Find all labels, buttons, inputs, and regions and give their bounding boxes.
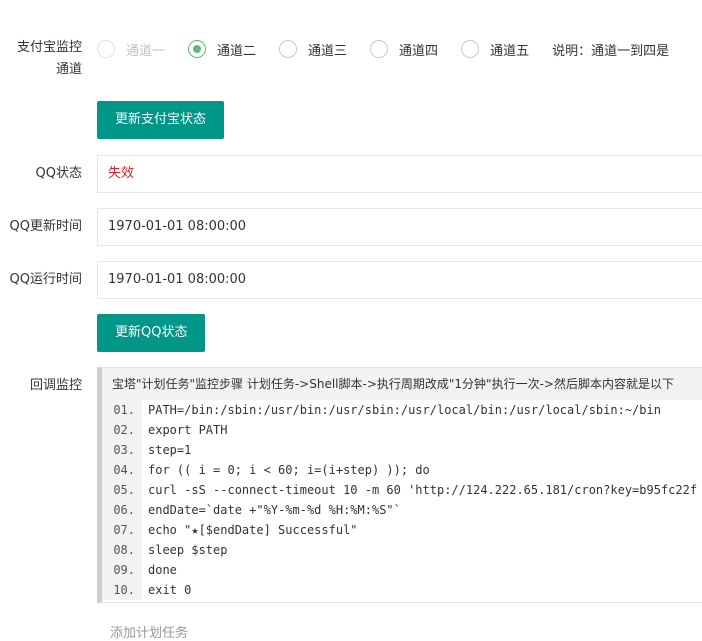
- line-number: 08.: [102, 540, 142, 560]
- radio-circle-icon: [97, 40, 115, 58]
- alipay-monitor-label: 支付宝监控 通道: [0, 37, 82, 81]
- radio-circle-icon: [461, 40, 480, 58]
- code-line: 10. exit 0: [102, 580, 702, 600]
- line-code: sleep $step: [148, 543, 228, 557]
- code-line: 03. step=1: [102, 440, 702, 460]
- code-line: 02. export PATH: [102, 420, 702, 440]
- code-block-header: 宝塔"计划任务"监控步骤 计划任务->Shell脚本->执行周期改成"1分钟"执…: [102, 368, 702, 401]
- channel-note: 说明：通道一到四是: [552, 43, 670, 59]
- line-number: 01.: [102, 400, 142, 420]
- radio-channel-2[interactable]: 通道二: [188, 40, 256, 59]
- qq-run-time-label: QQ运行时间: [9, 272, 82, 287]
- radio-channel-4[interactable]: 通道四: [370, 40, 438, 59]
- line-number: 02.: [102, 420, 142, 440]
- line-number: 09.: [102, 560, 142, 580]
- update-alipay-status-button[interactable]: 更新支付宝状态: [97, 101, 225, 139]
- code-lines: 01. PATH=/bin:/sbin:/usr/bin:/usr/sbin:/u…: [102, 400, 702, 600]
- code-line: 05. curl -sS --connect-timeout 10 -m 60 '…: [102, 480, 702, 500]
- line-code: done: [148, 563, 177, 577]
- line-number: 05.: [102, 480, 142, 500]
- update-qq-status-button[interactable]: 更新QQ状态: [97, 314, 206, 352]
- line-code: for (( i = 0; i < 60; i=(i+step) )); do: [148, 463, 430, 477]
- radio-checked-icon: [188, 40, 207, 58]
- line-code: curl -sS --connect-timeout 10 -m 60 'htt…: [148, 483, 698, 497]
- code-line: 08. sleep $step: [102, 540, 702, 560]
- radio-label: 通道五: [490, 43, 530, 59]
- line-number: 07.: [102, 520, 142, 540]
- code-block-body: 01. PATH=/bin:/sbin:/usr/bin:/usr/sbin:/u…: [102, 400, 702, 602]
- radio-label: 通道四: [399, 43, 439, 59]
- radio-label: 通道三: [308, 43, 348, 59]
- radio-label: 通道二: [217, 43, 257, 59]
- line-code: export PATH: [148, 423, 228, 437]
- line-number: 10.: [102, 580, 142, 600]
- add-cron-task-link[interactable]: 添加计划任务: [110, 622, 188, 641]
- qq-run-time-field: 1970-01-01 08:00:00: [97, 261, 702, 299]
- radio-circle-icon: [279, 40, 298, 58]
- code-line: 09. done: [102, 560, 702, 580]
- radio-channel-5[interactable]: 通道五: [461, 40, 529, 59]
- radio-circle-icon: [370, 40, 389, 58]
- line-code: step=1: [148, 443, 192, 457]
- line-code: echo "★[$endDate] Successful": [148, 523, 358, 537]
- line-number: 03.: [102, 440, 142, 460]
- line-number: 04.: [102, 460, 142, 480]
- code-line: 06. endDate=`date +"%Y-%m-%d %H:%M:%S"`: [102, 500, 702, 520]
- radio-channel-1[interactable]: 通道一: [97, 40, 165, 59]
- line-code: endDate=`date +"%Y-%m-%d %H:%M:%S"`: [148, 503, 401, 517]
- code-block: 宝塔"计划任务"监控步骤 计划任务->Shell脚本->执行周期改成"1分钟"执…: [97, 367, 702, 603]
- qq-update-time-field: 1970-01-01 08:00:00: [97, 208, 702, 246]
- line-code: PATH=/bin:/sbin:/usr/bin:/usr/sbin:/usr/…: [148, 403, 661, 417]
- radio-label: 通道一: [126, 43, 166, 59]
- radio-channel-3[interactable]: 通道三: [279, 40, 347, 59]
- alipay-label-line2: 通道: [55, 62, 82, 77]
- code-line: 01. PATH=/bin:/sbin:/usr/bin:/usr/sbin:/u…: [102, 400, 702, 420]
- line-number: 06.: [102, 500, 142, 520]
- alipay-channel-radio-group: 通道一 通道二 通道三 通道四 通道五 说明：通道一到四是: [97, 35, 669, 63]
- qq-status-label: QQ状态: [35, 166, 82, 181]
- callback-monitor-label: 回调监控: [29, 378, 82, 393]
- code-line: 04. for (( i = 0; i < 60; i=(i+step) )); …: [102, 460, 702, 480]
- qq-status-field: 失效: [97, 155, 702, 193]
- line-code: exit 0: [148, 583, 192, 597]
- qq-update-time-label: QQ更新时间: [9, 219, 82, 234]
- code-line: 07. echo "★[$endDate] Successful": [102, 520, 702, 540]
- alipay-label-line1: 支付宝监控: [16, 40, 82, 55]
